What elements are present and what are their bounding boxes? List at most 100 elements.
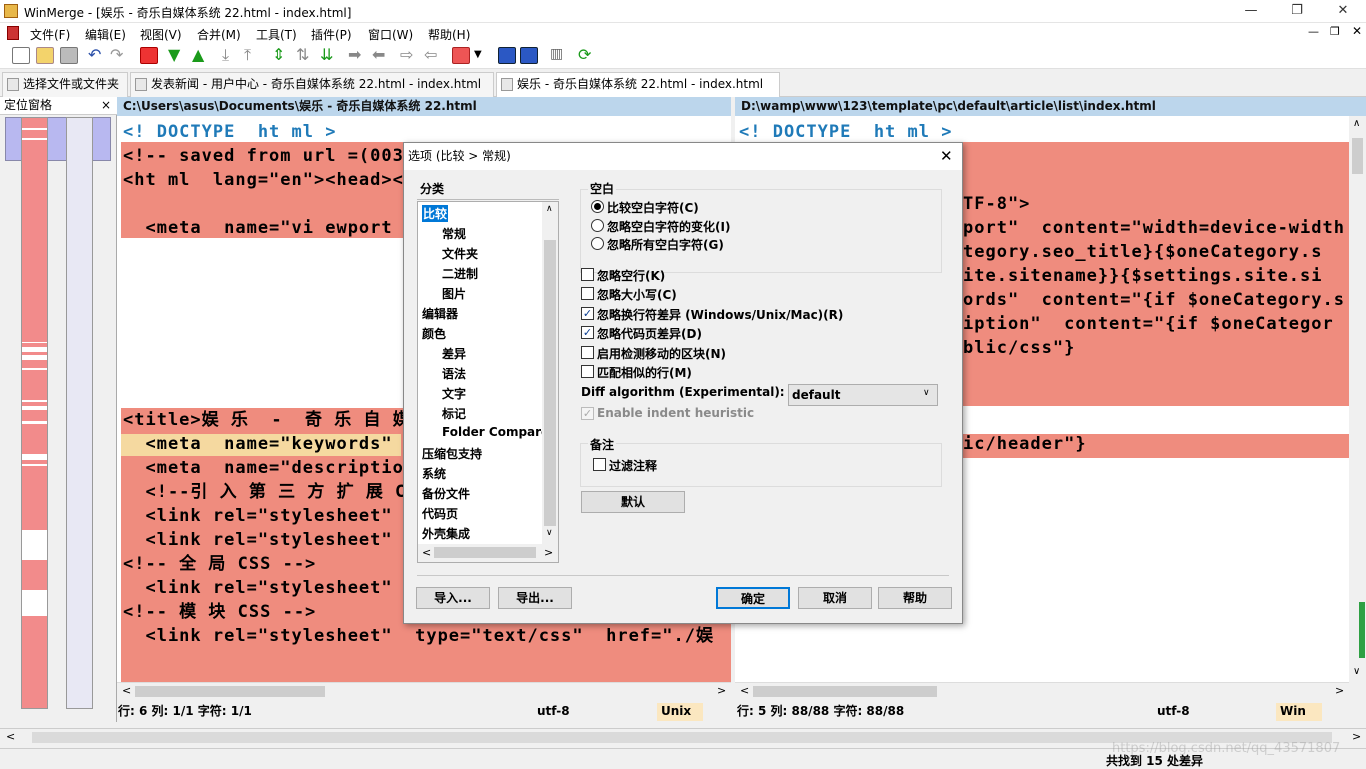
menu-tools[interactable]: 工具(T) [256,26,297,43]
menu-file[interactable]: 文件(F) [30,26,70,43]
menu-window[interactable]: 窗口(W) [368,26,413,43]
checkbox-ignore-codepage[interactable]: ✓ [581,326,594,339]
minimize-icon[interactable]: — [1228,0,1274,23]
tree-item[interactable]: 图片 [442,285,466,302]
prev-diff-icon[interactable]: ▲ [192,47,210,64]
close-icon[interactable]: ✕ [1320,0,1366,23]
tree-item[interactable]: 外壳集成 [422,525,470,542]
refresh-icon[interactable]: ⟳ [578,47,596,64]
tree-item[interactable]: 比较 [422,205,449,222]
export-button[interactable]: 导出... [498,587,572,609]
menu-merge[interactable]: 合并(M) [197,26,241,43]
last-diff-icon[interactable]: ⤒ [244,47,262,64]
radio-ignore-all[interactable] [591,237,604,250]
tree-item[interactable]: 代码页 [422,505,458,522]
radio-ignore-changes[interactable] [591,219,604,232]
mdi-close-icon[interactable]: ✕ [1352,24,1362,38]
tab-publish-news[interactable]: 发表新闻 - 用户中心 - 奇乐自媒体系统 22.html - index.ht… [130,72,494,97]
scroll-left-icon[interactable]: < [122,684,131,697]
scroll-right-icon[interactable]: > [544,546,553,559]
open-icon[interactable] [36,47,54,64]
ok-button[interactable]: 确定 [716,587,790,609]
scroll-down-icon[interactable]: ∨ [1353,666,1360,677]
next-diff-icon[interactable]: ▼ [168,47,186,64]
options-icon[interactable] [452,47,470,64]
scroll-thumb[interactable] [135,686,325,697]
first-diff-icon[interactable]: ⤓ [222,47,240,64]
tab-entertainment[interactable]: 娱乐 - 奇乐自媒体系统 22.html - index.html [496,72,780,97]
location-pane-close-icon[interactable]: × [101,97,111,114]
scroll-left-icon[interactable]: < [422,546,431,559]
tree-hscrollbar[interactable]: < > [418,544,558,562]
dropdown-icon[interactable]: ▼ [474,47,484,64]
scroll-thumb[interactable] [544,240,556,526]
cancel-button[interactable]: 取消 [798,587,872,609]
next-conflict-icon[interactable]: ⇅ [296,47,314,64]
scroll-right-icon[interactable]: > [1335,684,1344,697]
scroll-thumb[interactable] [753,686,937,697]
save-icon[interactable] [60,47,78,64]
tab-select-files[interactable]: 选择文件或文件夹 [2,72,128,97]
left-read-only-icon[interactable] [498,47,516,64]
menu-view[interactable]: 视图(V) [140,26,182,43]
scroll-down-icon[interactable]: ∨ [546,528,553,538]
scroll-thumb[interactable] [434,547,536,558]
location-pane[interactable] [0,97,117,722]
radio-compare-whitespace[interactable] [591,200,604,213]
scroll-up-icon[interactable]: ∧ [1353,118,1360,129]
scroll-right-icon[interactable]: > [1352,730,1361,743]
compare-icon[interactable]: ▥ [550,47,568,64]
current-diff-icon[interactable]: ⇕ [272,47,290,64]
checkbox-ignore-case[interactable] [581,287,594,300]
scroll-right-icon[interactable]: > [717,684,726,697]
new-icon[interactable] [12,47,30,64]
tree-item[interactable]: 语法 [442,365,466,382]
maximize-icon[interactable]: ❐ [1274,0,1320,23]
mdi-minimize-icon[interactable]: — [1308,25,1319,38]
copy-diff-icon[interactable]: ⇊ [320,47,338,64]
left-hscrollbar[interactable]: < > [117,682,731,699]
checkbox-ignore-blank-lines[interactable] [581,268,594,281]
copy-right-icon[interactable]: ➡ [348,47,366,64]
tree-item[interactable]: 标记 [442,405,466,422]
scroll-up-icon[interactable]: ∧ [546,204,553,214]
category-tree[interactable]: 比较常规文件夹二进制图片编辑器颜色差异语法文字标记 Folder Compare 压… [417,201,559,563]
checkbox-moved-blocks[interactable] [581,346,594,359]
tree-item[interactable]: 编辑器 [422,305,458,322]
tree-item[interactable]: 常规 [442,225,466,242]
tree-item[interactable]: 文件夹 [442,245,478,262]
scroll-left-icon[interactable]: < [6,730,15,743]
diff-algorithm-select[interactable]: default ∨ [788,384,938,406]
tree-item[interactable]: 压缩包支持 [422,445,482,462]
copy-left-icon[interactable]: ⬅ [372,47,390,64]
right-read-only-icon[interactable] [520,47,538,64]
import-button[interactable]: 导入... [416,587,490,609]
tree-item[interactable]: 文字 [442,385,466,402]
copy-left-advance-icon[interactable]: ⇦ [424,47,442,64]
diff-icon[interactable] [140,47,158,64]
checkbox-filter-comments[interactable] [593,458,606,471]
dialog-close-icon[interactable]: ✕ [940,143,953,169]
tree-vscrollbar[interactable]: ∧ ∨ [542,202,558,544]
tree-item[interactable]: Folder Compare [442,425,549,439]
menu-plugins[interactable]: 插件(P) [311,26,352,43]
checkbox-ignore-eol[interactable]: ✓ [581,307,594,320]
tree-item[interactable]: 系统 [422,465,446,482]
mdi-restore-icon[interactable]: ❐ [1330,25,1340,38]
default-button[interactable]: 默认 [581,491,685,513]
checkbox-match-similar[interactable] [581,365,594,378]
tree-item[interactable]: 二进制 [442,265,478,282]
menu-edit[interactable]: 编辑(E) [85,26,126,43]
redo-icon[interactable]: ↷ [110,47,128,64]
scroll-thumb[interactable] [1352,138,1363,174]
tree-item[interactable]: 备份文件 [422,485,470,502]
scroll-left-icon[interactable]: < [740,684,749,697]
copy-right-advance-icon[interactable]: ⇨ [400,47,418,64]
right-vscrollbar[interactable]: ∧ ∨ [1349,116,1366,682]
undo-icon[interactable]: ↶ [88,47,106,64]
tree-item[interactable]: 差异 [442,345,466,362]
help-button[interactable]: 帮助 [878,587,952,609]
tree-item[interactable]: 颜色 [422,325,446,342]
menu-help[interactable]: 帮助(H) [428,26,470,43]
right-hscrollbar[interactable]: < > [735,682,1349,699]
